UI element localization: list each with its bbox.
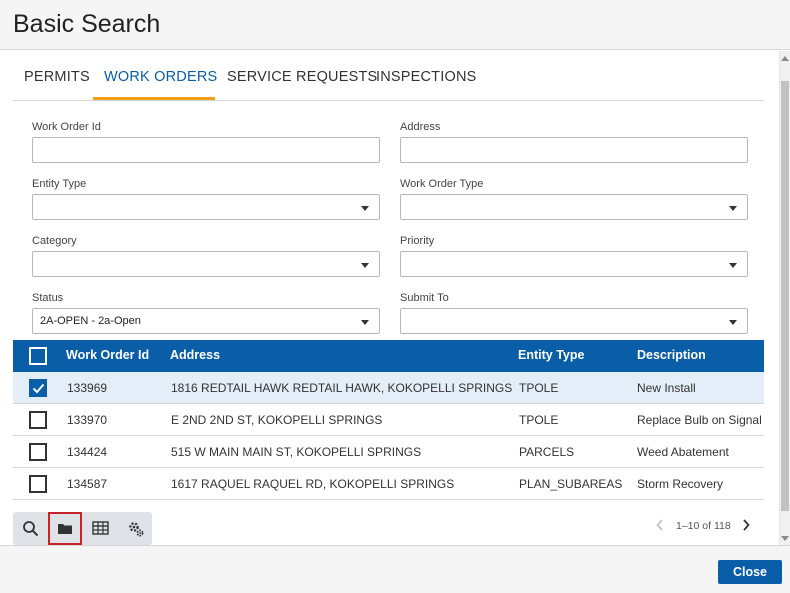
status-label: Status xyxy=(32,292,64,304)
cell-description: New Install xyxy=(637,381,696,395)
tab-bar: PERMITS WORK ORDERS SERVICE REQUESTS INS… xyxy=(13,51,764,101)
search-icon xyxy=(23,521,39,537)
cell-work-order-id: 133970 xyxy=(67,413,108,427)
chevron-right-icon[interactable] xyxy=(741,518,751,532)
cell-work-order-id: 134424 xyxy=(67,445,108,459)
entity-type-select[interactable] xyxy=(32,194,380,220)
tab-permits[interactable]: PERMITS xyxy=(24,69,90,85)
row-checkbox[interactable] xyxy=(29,475,47,493)
settings-button[interactable] xyxy=(118,512,152,545)
chevron-down-icon xyxy=(729,320,737,325)
chevron-down-icon xyxy=(729,263,737,268)
vertical-scrollbar[interactable] xyxy=(779,51,790,545)
cell-description: Replace Bulb on Signal xyxy=(637,413,762,427)
grid-toolbar xyxy=(13,512,152,545)
pagination-text: 1–10 of 118 xyxy=(676,520,731,532)
dialog-title: Basic Search xyxy=(13,10,161,38)
cell-address: 1816 REDTAIL HAWK REDTAIL HAWK, KOKOPELL… xyxy=(171,381,513,395)
category-label: Category xyxy=(32,235,77,247)
cell-address: 515 W MAIN MAIN ST, KOKOPELLI SPRINGS xyxy=(171,445,422,459)
column-header-address[interactable]: Address xyxy=(170,348,220,362)
grid-header: Work Order Id Address Entity Type Descri… xyxy=(13,340,764,372)
entity-type-label: Entity Type xyxy=(32,178,87,190)
priority-select[interactable] xyxy=(400,251,748,277)
table-row[interactable]: 134587 1617 RAQUEL RAQUEL RD, KOKOPELLI … xyxy=(13,468,764,500)
table-row[interactable]: 134424 515 W MAIN MAIN ST, KOKOPELLI SPR… xyxy=(13,436,764,468)
search-button[interactable] xyxy=(13,512,47,545)
column-header-description[interactable]: Description xyxy=(637,348,706,362)
table-row[interactable]: 133970 E 2ND 2ND ST, KOKOPELLI SPRINGS T… xyxy=(13,404,764,436)
cell-work-order-id: 134587 xyxy=(67,477,108,491)
work-order-id-input[interactable] xyxy=(32,137,380,163)
table-view-button[interactable] xyxy=(83,512,117,545)
work-order-type-select[interactable] xyxy=(400,194,748,220)
status-select[interactable]: 2A-OPEN - 2a-Open xyxy=(32,308,380,334)
cell-address: 1617 RAQUEL RAQUEL RD, KOKOPELLI SPRINGS xyxy=(171,477,455,491)
cell-address: E 2ND 2ND ST, KOKOPELLI SPRINGS xyxy=(171,413,383,427)
select-all-checkbox[interactable] xyxy=(29,347,47,365)
column-header-work-order-id[interactable]: Work Order Id xyxy=(66,348,149,362)
work-order-id-label: Work Order Id xyxy=(32,121,101,133)
dialog-footer: Close xyxy=(0,545,790,593)
column-header-entity-type[interactable]: Entity Type xyxy=(518,348,584,362)
row-checkbox[interactable] xyxy=(29,379,47,397)
chevron-left-icon[interactable] xyxy=(655,518,665,532)
row-checkbox[interactable] xyxy=(29,411,47,429)
tab-work-orders[interactable]: WORK ORDERS xyxy=(104,69,217,85)
cell-description: Weed Abatement xyxy=(637,445,729,459)
active-tab-indicator xyxy=(93,97,215,100)
address-label: Address xyxy=(400,121,441,133)
chevron-down-icon xyxy=(361,320,369,325)
submit-to-label: Submit To xyxy=(400,292,449,304)
dialog-header: Basic Search xyxy=(0,0,790,50)
results-grid: Work Order Id Address Entity Type Descri… xyxy=(13,340,764,500)
tab-inspections[interactable]: INSPECTIONS xyxy=(376,69,477,85)
cell-work-order-id: 133969 xyxy=(67,381,108,395)
category-select[interactable] xyxy=(32,251,380,277)
folder-icon xyxy=(58,524,72,534)
tab-service-requests[interactable]: SERVICE REQUESTS xyxy=(227,69,377,85)
close-button[interactable]: Close xyxy=(718,560,782,584)
chevron-down-icon xyxy=(361,263,369,268)
gears-icon xyxy=(129,522,144,537)
scroll-up-icon[interactable] xyxy=(781,56,789,61)
table-icon xyxy=(92,521,109,535)
scroll-down-icon[interactable] xyxy=(781,536,789,541)
cell-entity-type: PLAN_SUBAREAS xyxy=(519,477,623,491)
dialog-content: PERMITS WORK ORDERS SERVICE REQUESTS INS… xyxy=(0,51,779,545)
row-checkbox[interactable] xyxy=(29,443,47,461)
cell-entity-type: TPOLE xyxy=(519,381,559,395)
work-order-type-label: Work Order Type xyxy=(400,178,484,190)
check-icon xyxy=(32,383,45,394)
priority-label: Priority xyxy=(400,235,435,247)
cell-entity-type: TPOLE xyxy=(519,413,559,427)
chevron-down-icon xyxy=(729,206,737,211)
address-input[interactable] xyxy=(400,137,748,163)
cell-entity-type: PARCELS xyxy=(519,445,575,459)
status-value: 2A-OPEN - 2a-Open xyxy=(40,315,141,327)
scrollbar-thumb[interactable] xyxy=(781,81,789,511)
submit-to-select[interactable] xyxy=(400,308,748,334)
table-row[interactable]: 133969 1816 REDTAIL HAWK REDTAIL HAWK, K… xyxy=(13,372,764,404)
open-folder-button[interactable] xyxy=(48,512,82,545)
chevron-down-icon xyxy=(361,206,369,211)
cell-description: Storm Recovery xyxy=(637,477,724,491)
